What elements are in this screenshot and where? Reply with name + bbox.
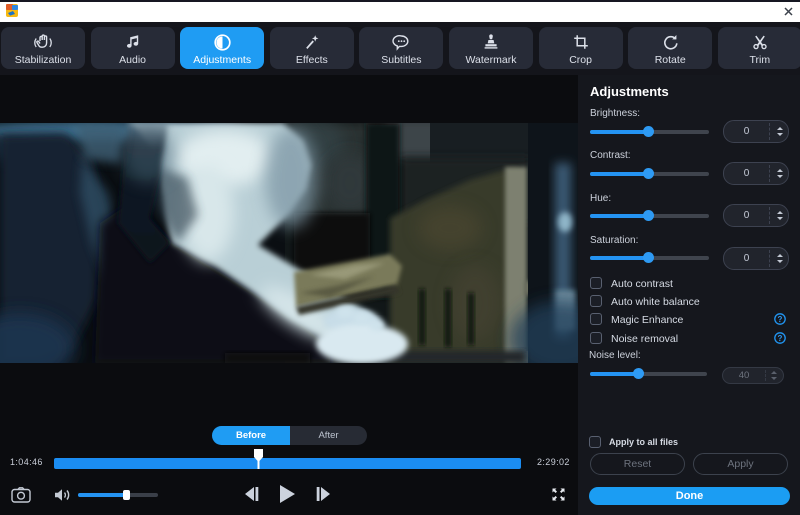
svg-text:?: ? [778, 334, 783, 343]
svg-text:?: ? [778, 315, 783, 324]
